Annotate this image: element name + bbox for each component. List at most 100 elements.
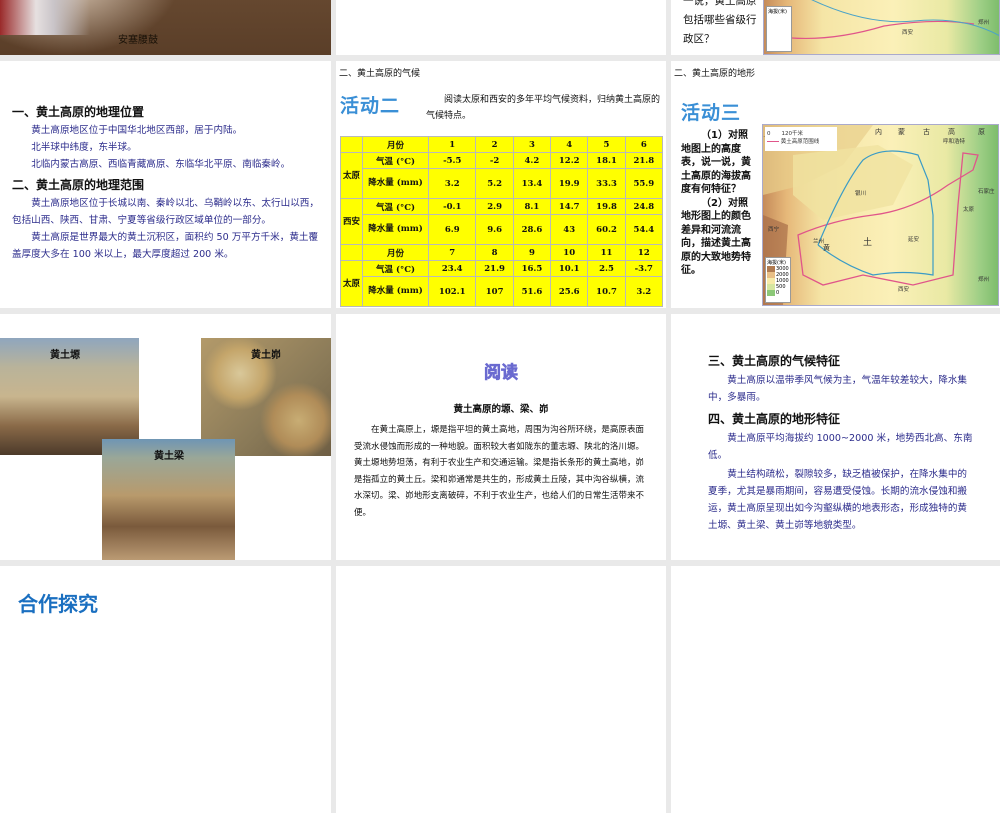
cell: 2.5 <box>587 260 626 277</box>
paragraph: 黄土结构疏松，裂隙较多，缺乏植被保护，在降水集中的夏季，尤其是暴雨期间，容易遭受… <box>708 469 968 531</box>
table-row: 月份 123456 <box>340 136 664 153</box>
article-body: 在黄土高原上，塬是指平坦的黄土高地，周围为沟谷所环绕，是高原表面受流水侵蚀而形成… <box>354 425 644 518</box>
header-cell: 2 <box>475 136 514 153</box>
slide-thumbnail-7[interactable]: 黄土塬 黄土峁 黄土梁 <box>0 314 331 560</box>
cell: 19.8 <box>587 198 626 215</box>
slide-thumbnail-3[interactable]: 一说，黄土高原包括哪些省级行政区？ 海拔(米) 西安 郑州 <box>671 0 1000 55</box>
paragraph: 黄土高原平均海拔约 1000~2000 米，地势西北高、东南低。 <box>708 433 973 461</box>
cell: 9.6 <box>475 214 514 245</box>
legend-value: 0 <box>776 290 780 296</box>
slide-thumbnail-6[interactable]: 二、黄土高原的地形 活动三 （1）对照地图上的高度表，说一说，黄土高原的海拔高度… <box>671 61 1000 308</box>
city-cell: 西安 <box>340 198 363 245</box>
map-key: 0 120千米 黄土高原范围线 <box>765 127 837 151</box>
activity-instruction: 阅读太原和西安的多年平均气候资料，归纳黄土高原的气候特点。 <box>426 95 661 121</box>
cell: 25.6 <box>550 276 589 307</box>
photo-loess-tableland: 黄土塬 <box>0 338 139 455</box>
cell: 24.8 <box>624 198 664 215</box>
reading-title: 阅读 <box>484 363 519 384</box>
cell: 107 <box>475 276 514 307</box>
cell: 10.1 <box>550 260 589 277</box>
photo-caption: 黄土峁 <box>251 350 281 361</box>
header-cell: 9 <box>512 244 552 261</box>
scale-bar: 0 120千米 <box>767 131 803 137</box>
table-row: 降水量 (mm) 102.1 107 51.6 25.6 10.7 3.2 <box>341 276 664 307</box>
photo-caption: 黄土梁 <box>154 451 184 462</box>
cell: 51.6 <box>512 276 552 307</box>
slide-thumbnail-5[interactable]: 二、黄土高原的气候 活动二 阅读太原和西安的多年平均气候资料，归纳黄土高原的气候… <box>336 61 666 308</box>
cell: 19.9 <box>550 168 589 199</box>
paragraph: 北临内蒙古高原、西临青藏高原、东临华北平原、南临秦岭。 <box>31 159 291 170</box>
heading-climate: 三、黄土高原的气候特征 <box>708 354 841 368</box>
slide-thumbnail-2[interactable] <box>336 0 666 55</box>
paragraph: 黄土高原是世界最大的黄土沉积区，面积约 50 万平方千米，黄土覆盖厚度大多在 1… <box>12 232 319 260</box>
activity-title: 活动三 <box>681 102 742 124</box>
header-cell: 月份 <box>362 136 429 153</box>
activity-title: 活动二 <box>340 95 401 117</box>
city-cell: 太原 <box>340 260 363 307</box>
cell: 43 <box>550 214 589 245</box>
heading-range: 二、黄土高原的地理范围 <box>12 178 145 192</box>
cell: -2 <box>475 152 514 169</box>
slide-thumbnail-12[interactable] <box>671 566 1000 813</box>
cell: 21.8 <box>624 152 664 169</box>
row-label: 降水量 (mm) <box>362 276 429 307</box>
cell: 33.3 <box>587 168 626 199</box>
region-label: 古 <box>923 128 930 136</box>
section-title: 二、黄土高原的地形 <box>674 69 756 79</box>
cell: -3.7 <box>624 260 664 277</box>
cell: 16.5 <box>512 260 552 277</box>
cell: -5.5 <box>427 152 477 169</box>
header-cell: 5 <box>587 136 626 153</box>
paragraph: 北半球中纬度，东半球。 <box>31 142 137 153</box>
slide-thumbnail-9[interactable]: 三、黄土高原的气候特征 黄土高原以温带季风气候为主，气温年较差较大，降水集中，多… <box>671 314 1000 560</box>
cell: 5.2 <box>475 168 514 199</box>
header-cell: 1 <box>427 136 477 153</box>
region-label: 高 <box>948 128 955 136</box>
row-label: 气温 (°C) <box>362 152 429 169</box>
cell: 55.9 <box>624 168 664 199</box>
city-label: 银川 <box>855 191 867 197</box>
slide-thumbnail-1[interactable]: 安塞腰鼓 <box>0 0 331 55</box>
slide-thumbnail-10[interactable]: 合作探究 <box>0 566 331 813</box>
paragraph: 黄土高原地区位于中国华北地区西部，居于内陆。 <box>31 125 243 136</box>
row-label: 气温 (°C) <box>362 260 429 277</box>
region-label: 内 <box>875 128 882 136</box>
cell: 54.4 <box>624 214 664 245</box>
city-label: 西安 <box>902 30 914 36</box>
cell: 13.4 <box>512 168 552 199</box>
elevation-legend: 海拔(米) 3000 2000 1000 500 0 <box>765 257 791 303</box>
region-label: 原 <box>978 128 985 136</box>
slide-thumbnail-8[interactable]: 阅读 黄土高原的塬、梁、峁 在黄土高原上，塬是指平坦的黄土高地，周围为沟谷所环绕… <box>336 314 666 560</box>
region-label: 黄 <box>823 244 830 252</box>
boundary-legend: 黄土高原范围线 <box>780 139 820 145</box>
header-cell: 6 <box>624 136 664 153</box>
cell: -0.1 <box>427 198 477 215</box>
slide-thumbnail-11[interactable] <box>336 566 666 813</box>
climate-table: 月份 123456 太原 气温 (°C) -5.5 -2 4.2 12.2 18.1 21.… <box>340 136 664 307</box>
header-cell: 11 <box>587 244 626 261</box>
table-row: 西安 气温 (°C) -0.1 2.9 8.1 14.7 19.8 24.8 <box>340 198 664 245</box>
cell: 8.1 <box>512 198 552 215</box>
city-label: 呼和浩特 <box>943 139 966 145</box>
cell: 21.9 <box>475 260 514 277</box>
photo-caption: 安塞腰鼓 <box>118 35 158 46</box>
slide-thumbnail-4[interactable]: 一、黄土高原的地理位置 黄土高原地区位于中国华北地区西部，居于内陆。 北半球中纬… <box>0 61 331 308</box>
cell: 23.4 <box>427 260 477 277</box>
terrain-map: 0 120千米 黄土高原范围线 内 蒙 古 高 原 土 黄 呼和浩特 银川 太原… <box>762 124 999 306</box>
table-row: 降水量 (mm) 6.9 9.6 28.6 43 60.2 54.4 <box>341 214 664 245</box>
header-cell: 8 <box>475 244 514 261</box>
cell: 4.2 <box>512 152 552 169</box>
header-cell: 12 <box>624 244 664 261</box>
cell: 3.2 <box>427 168 477 199</box>
row-label: 降水量 (mm) <box>362 168 429 199</box>
header-cell: 7 <box>427 244 477 261</box>
question-text: 一说，黄土高原包括哪些省级行政区？ <box>683 0 757 45</box>
legend-title: 海拔(米) <box>768 9 787 15</box>
cell: 12.2 <box>550 152 589 169</box>
cell: 60.2 <box>587 214 626 245</box>
city-label: 郑州 <box>978 20 990 26</box>
heading-terrain: 四、黄土高原的地形特征 <box>708 412 841 426</box>
dancers-figure <box>0 0 90 35</box>
question-2: （2）对照地形图上的颜色差异和河流流向，描述黄土高原的大致地势特征。 <box>681 197 751 277</box>
table-row: 太原 气温 (°C) 23.4 21.9 16.5 10.1 2.5 -3.7 <box>340 260 664 307</box>
